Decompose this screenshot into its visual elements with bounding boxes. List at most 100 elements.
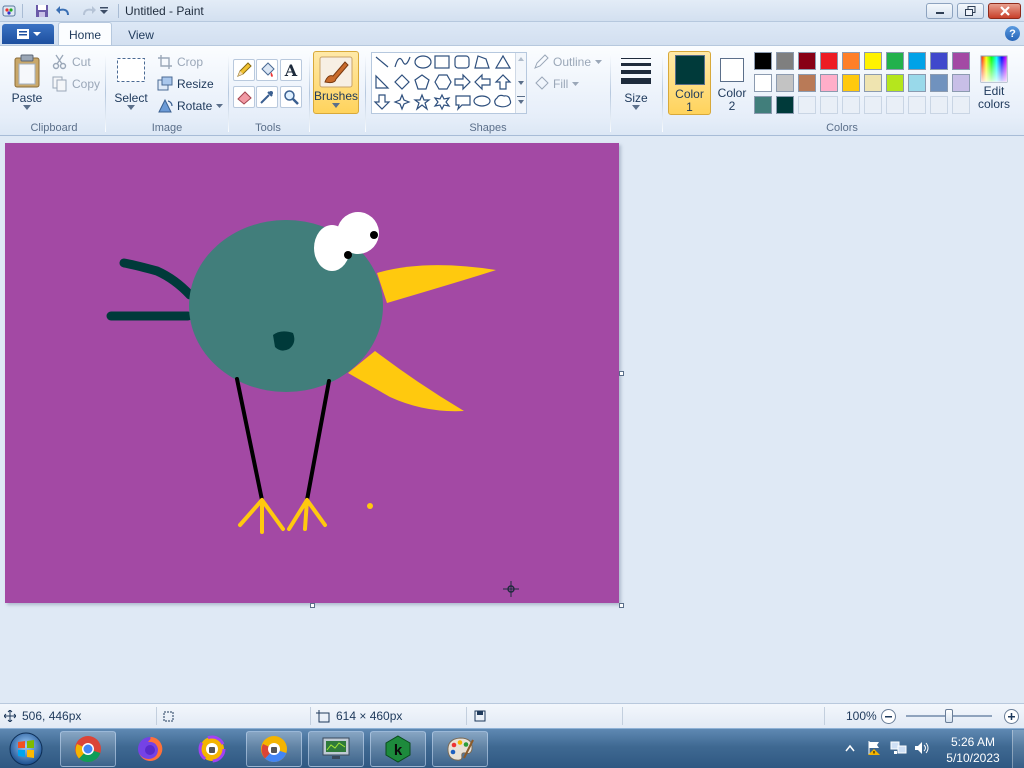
resize-handle-bottom[interactable] [310, 603, 315, 608]
palette-swatch[interactable] [886, 52, 904, 70]
colors-group-label: Colors [826, 122, 858, 134]
canvas-size-text: 614 × 460px [336, 709, 403, 723]
network-icon[interactable] [890, 740, 908, 756]
tab-home[interactable]: Home [58, 22, 112, 46]
taskbar-k-app[interactable]: k [370, 731, 426, 767]
palette-empty-slot[interactable] [798, 96, 816, 114]
crop-label: Crop [177, 55, 204, 69]
rotate-button[interactable]: Rotate [157, 97, 224, 115]
color1-button[interactable]: Color 1 [668, 51, 711, 115]
oval-callout-shape-icon [473, 95, 491, 107]
palette-empty-slot[interactable] [952, 96, 970, 114]
drawing-canvas[interactable] [5, 143, 619, 603]
customize-dropdown-icon[interactable] [98, 5, 110, 17]
clock[interactable]: 5:26 AM 5/10/2023 [940, 734, 1006, 766]
palette-swatch[interactable] [952, 52, 970, 70]
palette-swatch[interactable] [842, 52, 860, 70]
palette-swatch[interactable] [754, 74, 772, 92]
volume-icon[interactable] [914, 740, 930, 756]
show-hidden-icons-button[interactable] [844, 741, 856, 755]
undo-icon[interactable] [56, 3, 72, 19]
palette-swatch[interactable] [754, 96, 772, 114]
copy-button[interactable]: Copy [52, 75, 100, 93]
palette-swatch[interactable] [820, 74, 838, 92]
fill-button[interactable]: Fill [533, 75, 580, 93]
paint-bucket-icon [261, 62, 275, 77]
redo-icon[interactable] [80, 3, 96, 19]
save-icon[interactable] [34, 3, 50, 19]
taskbar-chromium[interactable] [246, 731, 302, 767]
palette-empty-slot[interactable] [908, 96, 926, 114]
magnifier-tool[interactable] [280, 86, 302, 108]
palette-swatch[interactable] [864, 74, 882, 92]
palette-swatch[interactable] [798, 52, 816, 70]
zoom-in-button[interactable] [1004, 709, 1019, 724]
palette-swatch[interactable] [820, 52, 838, 70]
palette-swatch[interactable] [908, 52, 926, 70]
palette-empty-slot[interactable] [820, 96, 838, 114]
show-desktop-button[interactable] [1012, 730, 1024, 768]
palette-swatch[interactable] [842, 74, 860, 92]
taskbar-monitor-app[interactable] [308, 731, 364, 767]
resize-button[interactable]: Resize [157, 75, 214, 93]
rotate-label: Rotate [177, 99, 213, 113]
palette-empty-slot[interactable] [864, 96, 882, 114]
pencil-tool[interactable] [233, 59, 255, 81]
paint-app-icon[interactable] [2, 3, 18, 19]
palette-swatch[interactable] [754, 52, 772, 70]
paste-button[interactable]: Paste [8, 51, 46, 113]
taskbar-private-browser[interactable] [184, 731, 240, 767]
minimize-button[interactable] [926, 3, 953, 19]
taskbar-firefox[interactable] [122, 731, 178, 767]
palette-swatch[interactable] [930, 52, 948, 70]
resize-handle-right[interactable] [619, 371, 624, 376]
taskbar-paint[interactable] [432, 731, 488, 767]
application-menu-button[interactable] [2, 24, 54, 44]
clipboard-group-label: Clipboard [30, 122, 78, 134]
palette-swatch[interactable] [886, 74, 904, 92]
tail-stroke-upper [119, 258, 195, 300]
private-browser-icon [198, 735, 226, 763]
brush-icon [319, 56, 353, 88]
text-tool[interactable]: A [280, 59, 302, 81]
action-center-icon[interactable] [866, 740, 882, 756]
select-button[interactable]: Select [112, 54, 150, 114]
close-button[interactable] [988, 3, 1021, 19]
group-divider [662, 54, 663, 132]
tab-view[interactable]: View [116, 24, 166, 46]
palette-swatch[interactable] [864, 52, 882, 70]
palette-empty-slot[interactable] [842, 96, 860, 114]
color-picker-tool[interactable] [256, 86, 278, 108]
palette-empty-slot[interactable] [886, 96, 904, 114]
palette-swatch[interactable] [798, 74, 816, 92]
palette-swatch[interactable] [776, 52, 794, 70]
palette-empty-slot[interactable] [930, 96, 948, 114]
restore-button[interactable] [957, 3, 984, 19]
k-app-icon: k [385, 735, 411, 763]
crop-button[interactable]: Crop [157, 53, 203, 71]
palette-swatch[interactable] [776, 74, 794, 92]
monitor-app-icon [322, 737, 350, 759]
shapes-scroll[interactable] [515, 53, 526, 113]
start-button[interactable] [6, 730, 46, 768]
zoom-out-button[interactable] [881, 709, 896, 724]
outline-button[interactable]: Outline [533, 53, 603, 71]
size-button[interactable]: Size [617, 52, 655, 114]
zoom-slider-thumb[interactable] [945, 709, 953, 723]
brushes-button[interactable]: Brushes [313, 51, 359, 114]
color2-button[interactable]: Color 2 [713, 51, 751, 115]
chevron-down-icon [632, 104, 640, 110]
taskbar-chrome[interactable] [60, 731, 116, 767]
edit-colors-button[interactable]: Edit colors [976, 52, 1012, 114]
resize-handle-corner[interactable] [619, 603, 624, 608]
palette-swatch[interactable] [952, 74, 970, 92]
palette-swatch[interactable] [908, 74, 926, 92]
palette-swatch[interactable] [930, 74, 948, 92]
copy-label: Copy [72, 77, 101, 91]
eraser-tool[interactable] [233, 86, 255, 108]
palette-swatch[interactable] [776, 96, 794, 114]
fill-tool[interactable] [256, 59, 278, 81]
help-icon[interactable]: ? [1005, 26, 1020, 41]
cut-button[interactable]: Cut [52, 53, 91, 71]
group-divider [228, 54, 229, 132]
